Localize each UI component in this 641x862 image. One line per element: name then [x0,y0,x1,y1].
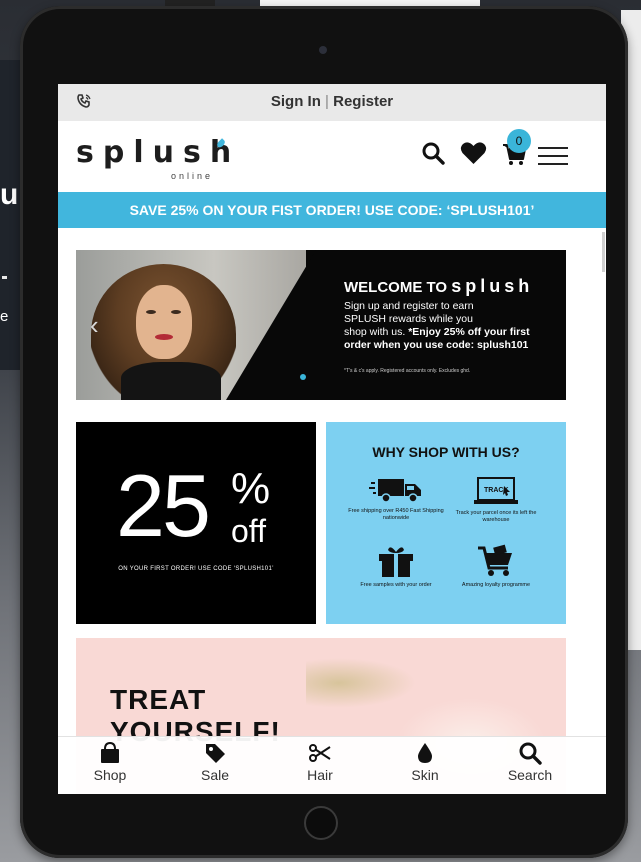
hero-line2: SPLUSH rewards while you [344,313,473,325]
background-mark [2,276,7,279]
link-separator: | [325,93,329,110]
nav-sale-label: Sale [200,767,230,783]
hero-line1: Sign up and register to earn [344,300,474,312]
bottom-nav: Shop Sale Hair Skin Search [58,736,606,794]
treat-title-line1: TREAT [110,684,207,715]
model-eye [171,310,181,314]
feature-shipping: Free shipping over R450 Fast Shipping na… [346,476,446,522]
hero-welcome: WELCOME TO splush [344,276,533,297]
tag-icon [206,744,225,763]
search-icon[interactable] [421,141,445,165]
hero-copy: Sign up and register to earn SPLUSH rewa… [344,300,544,352]
discount-tile[interactable]: 25 % off ON YOUR FIRST ORDER! USE CODE ‘… [76,422,316,624]
menu-icon[interactable] [538,145,568,167]
truck-icon [369,479,421,503]
slider-prev-arrow[interactable]: ‹ [90,312,99,338]
nav-hair-label: Hair [307,767,333,783]
nav-search-label: Search [507,767,553,783]
model-face [136,285,192,359]
nav-shop[interactable]: Shop [70,741,150,783]
model-eye [146,310,156,314]
search-icon [519,742,542,765]
top-bar: Sign In | Register [58,84,606,121]
promo-banner[interactable]: SAVE 25% ON YOUR FIST ORDER! USE CODE: ‘… [58,192,606,228]
splush-logo[interactable]: splush [76,135,240,170]
drop-icon [418,743,432,763]
laptop-track-icon: TRACK [474,477,518,504]
heart-icon[interactable] [460,141,487,165]
discount-number: 25 [116,456,211,555]
feature-samples-text: Free samples with your order [360,582,432,588]
sign-in-link[interactable]: Sign In [271,93,321,110]
hero-brand: splush [451,276,534,296]
home-button[interactable] [304,806,338,840]
feature-samples: Free samples with your order [346,544,446,589]
front-camera [319,46,327,54]
feature-loyalty: Amazing loyalty programme [446,544,546,589]
discount-percent: % [231,464,271,513]
shopping-bag-icon [101,741,119,763]
nav-skin-label: Skin [411,767,439,783]
nav-sale[interactable]: Sale [175,741,255,783]
tablet-device: Sign In | Register splush online 0 SAVE … [20,6,628,858]
tablet-screen: Sign In | Register splush online 0 SAVE … [58,84,606,794]
background-partial-text: e [0,308,9,325]
account-links: Sign In | Register [58,93,606,110]
background-partial-text: u [0,178,19,211]
discount-off: off [231,513,266,549]
hero-slider[interactable]: ‹ WELCOME TO splush Sign up and register… [76,250,566,400]
discount-code-line: ON YOUR FIRST ORDER! USE CODE ‘SPLUSH101… [118,566,274,572]
site-header: splush online 0 [58,121,606,192]
model-lips [155,334,173,340]
scrollbar[interactable] [602,232,605,272]
nav-shop-label: Shop [93,767,127,783]
why-shop-heading: WHY SHOP WITH US? [372,444,520,460]
model-jacket [121,362,221,400]
why-shop-tile[interactable]: WHY SHOP WITH US? Free shipping over R45… [326,422,566,624]
logo-subtext: online [171,171,214,181]
feature-shipping-text: Free shipping over R450 Fast Shipping na… [348,508,444,521]
gift-icon [379,547,413,577]
register-link[interactable]: Register [333,93,393,110]
nav-hair[interactable]: Hair [280,741,360,783]
cart-count-badge[interactable]: 0 [507,129,531,153]
nav-search[interactable]: Search [490,741,570,783]
slider-dot-active[interactable] [300,374,306,380]
hero-fine-print: *T's & c's apply. Registered accounts on… [344,368,471,374]
feature-tracking-text: Track your parcel once its left the ware… [455,510,537,523]
shopping-cart-icon [478,544,512,576]
hero-welcome-to: WELCOME TO [344,279,448,296]
hero-line3: shop with us. [344,326,406,338]
scissors-icon [309,744,331,762]
nav-skin[interactable]: Skin [385,741,465,783]
feature-tracking: TRACK Track your parcel once its left th… [446,476,546,524]
feature-loyalty-text: Amazing loyalty programme [461,582,531,588]
